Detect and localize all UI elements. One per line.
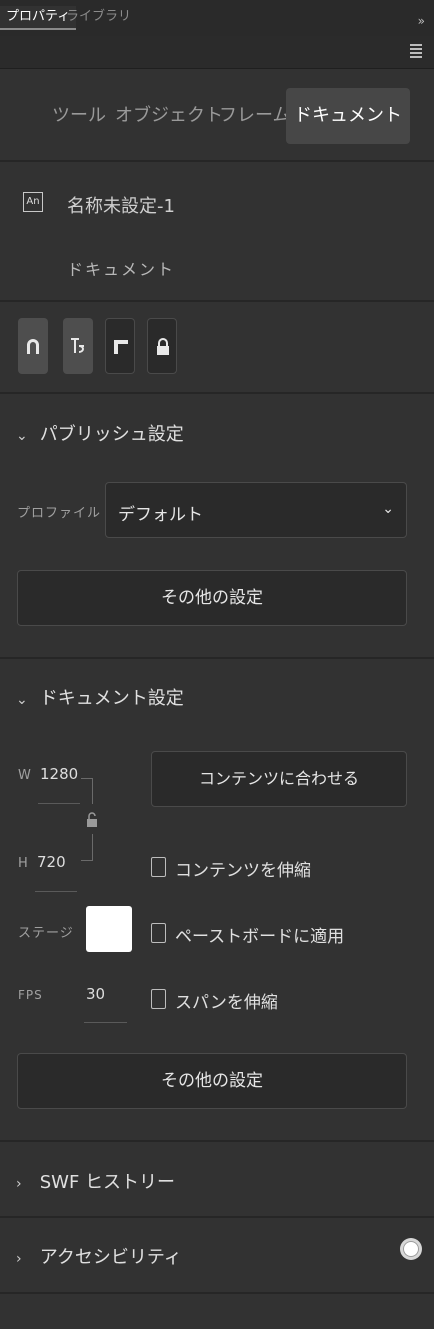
chevron-right-icon: › <box>16 1251 22 1267</box>
profile-value: デフォルト <box>118 505 203 525</box>
magnet-icon <box>27 339 39 354</box>
width-label: W <box>18 768 32 783</box>
accessibility-title: アクセシビリティ <box>39 1247 182 1268</box>
stage-color-swatch[interactable] <box>86 906 132 952</box>
lock-icon <box>157 338 169 355</box>
fps-input[interactable]: 30 <box>86 985 105 1003</box>
link-bracket-vertical-top <box>92 778 93 804</box>
magnet-button[interactable] <box>18 318 48 374</box>
fit-to-content-button[interactable]: コンテンツに合わせる <box>151 751 407 807</box>
stage-label: ステージ <box>18 926 74 941</box>
chevron-down-icon: ⌄ <box>16 428 28 444</box>
profile-select[interactable]: デフォルト ⌄ <box>105 482 407 538</box>
snap-guides-button[interactable] <box>63 318 93 374</box>
apply-pasteboard-label: ペーストボードに適用 <box>175 927 345 947</box>
scale-content-label: コンテンツを伸縮 <box>175 861 311 881</box>
tab-library[interactable]: ライブラリ <box>60 6 137 28</box>
publish-settings-header[interactable]: ⌄ パブリッシュ設定 <box>16 420 184 446</box>
link-bracket-vertical-bottom <box>92 834 93 860</box>
accessibility-toggle[interactable] <box>400 1238 422 1260</box>
publish-settings-title: パブリッシュ設定 <box>39 424 184 445</box>
chevron-right-icon: › <box>16 1176 22 1192</box>
ruler-button[interactable] <box>105 318 135 374</box>
mode-tabs: ツール オブジェクト フレーム ドキュメント <box>0 68 434 162</box>
mode-tab-object[interactable]: オブジェクト <box>115 88 223 144</box>
section-divider <box>0 1140 434 1142</box>
section-divider <box>0 1292 434 1294</box>
swf-history-header[interactable]: › SWF ヒストリー <box>16 1168 175 1194</box>
mode-tab-frame[interactable]: フレーム <box>219 88 290 144</box>
publish-more-settings-button[interactable]: その他の設定 <box>17 570 407 626</box>
link-bracket-bottom <box>81 860 93 861</box>
section-divider <box>0 657 434 659</box>
mode-tab-tool[interactable]: ツール <box>52 88 106 144</box>
mode-tab-document[interactable]: ドキュメント <box>286 88 410 144</box>
scale-spans-label: スパンを伸縮 <box>175 993 278 1013</box>
fps-label: FPS <box>18 988 43 1002</box>
section-divider <box>0 1216 434 1218</box>
toggle-knob <box>403 1241 419 1257</box>
animate-app-icon: An <box>23 192 43 212</box>
ruler-corner-icon <box>114 340 128 354</box>
scale-content-checkbox[interactable] <box>151 857 166 877</box>
accessibility-header[interactable]: › アクセシビリティ <box>16 1243 182 1269</box>
fps-underline <box>84 1022 127 1023</box>
chevron-down-icon: ⌄ <box>382 501 394 517</box>
link-unlock-icon[interactable] <box>86 812 98 832</box>
width-underline <box>38 803 80 804</box>
panel-tab-bar <box>0 36 434 69</box>
snap-toolbar <box>0 300 434 394</box>
document-settings-header[interactable]: ⌄ ドキュメント設定 <box>16 684 184 710</box>
height-label: H <box>18 856 29 871</box>
width-input[interactable]: 1280 <box>40 765 78 783</box>
chevron-down-icon: ⌄ <box>16 692 28 708</box>
collapse-panel-icon[interactable]: » <box>418 14 426 28</box>
document-type: ドキュメント <box>67 260 176 279</box>
document-info: An 名称未設定-1 ドキュメント <box>0 160 434 302</box>
document-settings-title: ドキュメント設定 <box>39 688 184 709</box>
scale-spans-checkbox[interactable] <box>151 989 166 1009</box>
document-more-settings-button[interactable]: その他の設定 <box>17 1053 407 1109</box>
apply-pasteboard-checkbox[interactable] <box>151 923 166 943</box>
lock-button[interactable] <box>147 318 177 374</box>
height-underline <box>35 891 77 892</box>
panel-menu-icon[interactable] <box>410 44 422 60</box>
profile-label: プロファイル <box>17 506 102 521</box>
document-name: 名称未設定-1 <box>67 196 175 217</box>
snap-guides-icon <box>71 338 84 353</box>
height-input[interactable]: 720 <box>37 853 66 871</box>
swf-history-title: SWF ヒストリー <box>39 1172 176 1193</box>
